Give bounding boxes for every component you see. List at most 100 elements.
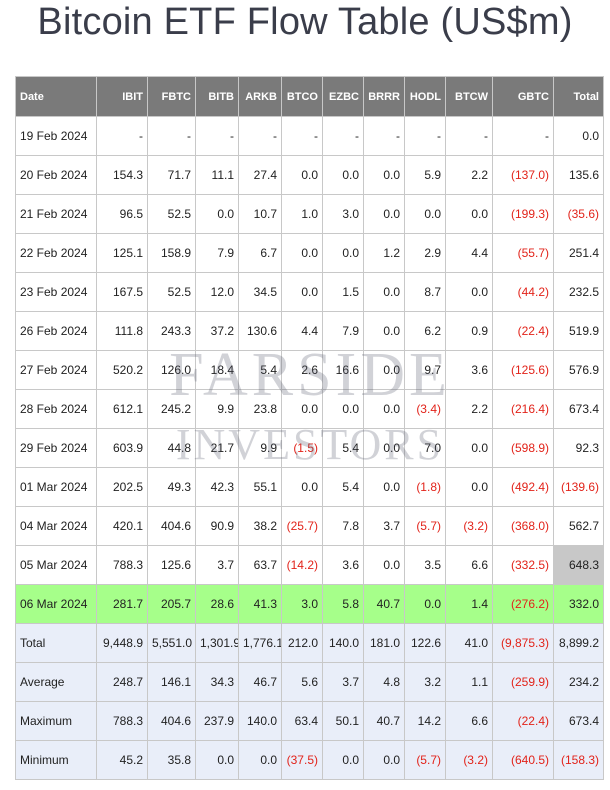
value-cell-gbtc: (368.0) [492, 506, 554, 546]
value-cell-btcw: 0.9 [445, 311, 493, 351]
value-cell-gbtc: (640.5) [492, 740, 554, 780]
value-cell-bitb: 37.2 [195, 311, 239, 351]
table-row: 26 Feb 2024 111.8 243.3 37.2 130.6 4.4 7.9 0.0 6… [15, 311, 604, 351]
value-cell-bitb: 42.3 [195, 467, 239, 507]
row-label-cell: 01 Mar 2024 [15, 467, 97, 507]
value-cell-total: 576.9 [553, 350, 604, 390]
value-cell-gbtc: (276.2) [492, 584, 554, 624]
value-cell-hodl: 0.0 [404, 194, 446, 234]
table-row: 22 Feb 2024 125.1 158.9 7.9 6.7 0.0 0.0 1.2 2.9 4… [15, 233, 604, 273]
value-cell-brrr: 0.0 [363, 545, 405, 585]
value-cell-bitb: 0.0 [195, 194, 239, 234]
value-cell-arkb: 130.6 [238, 311, 282, 351]
value-cell-ezbc: 16.6 [322, 350, 364, 390]
value-cell-brrr: 1.2 [363, 233, 405, 273]
value-cell-arkb: 1,776.1 [238, 623, 282, 663]
value-cell-hodl: 6.2 [404, 311, 446, 351]
value-cell-arkb: 41.3 [238, 584, 282, 624]
value-cell-ibit: 167.5 [96, 272, 148, 312]
value-cell-hodl: - [404, 116, 446, 156]
value-cell-total: 251.4 [553, 233, 604, 273]
value-cell-btco: - [281, 116, 323, 156]
table-row: 20 Feb 2024 154.3 71.7 11.1 27.4 0.0 0.0 0.0 5.9… [15, 155, 604, 195]
value-cell-btcw: - [445, 116, 493, 156]
value-cell-bitb: 34.3 [195, 662, 239, 702]
value-cell-ibit: 9,448.9 [96, 623, 148, 663]
value-cell-btco: 4.4 [281, 311, 323, 351]
value-cell-btco: 3.0 [281, 584, 323, 624]
table-row: 27 Feb 2024 520.2 126.0 18.4 5.4 2.6 16.6 0.0 9.… [15, 350, 604, 390]
value-cell-bitb: 237.9 [195, 701, 239, 741]
value-cell-fbtc: 5,551.0 [147, 623, 196, 663]
column-header-total: Total [553, 76, 604, 117]
value-cell-hodl: 122.6 [404, 623, 446, 663]
value-cell-btcw: 1.4 [445, 584, 493, 624]
value-cell-arkb: 6.7 [238, 233, 282, 273]
column-header-btcw: BTCW [445, 76, 493, 117]
summary-row-total: Total 9,448.9 5,551.0 1,301.9 1,776.1 212.0 14… [15, 623, 604, 663]
column-header-gbtc: GBTC [492, 76, 554, 117]
value-cell-arkb: 0.0 [238, 740, 282, 780]
value-cell-fbtc: 71.7 [147, 155, 196, 195]
value-cell-total: 648.3 [553, 545, 604, 585]
value-cell-fbtc: 146.1 [147, 662, 196, 702]
value-cell-fbtc: 404.6 [147, 506, 196, 546]
value-cell-arkb: 38.2 [238, 506, 282, 546]
row-label-cell: 27 Feb 2024 [15, 350, 97, 390]
value-cell-btco: 1.0 [281, 194, 323, 234]
value-cell-btco: 0.0 [281, 272, 323, 312]
value-cell-fbtc: 205.7 [147, 584, 196, 624]
table-row-highlighted: 06 Mar 2024 281.7 205.7 28.6 41.3 3.0 5.8 40.7 0… [15, 584, 604, 624]
column-header-bitb: BITB [195, 76, 239, 117]
value-cell-gbtc: (44.2) [492, 272, 554, 312]
value-cell-fbtc: 243.3 [147, 311, 196, 351]
value-cell-ibit: 248.7 [96, 662, 148, 702]
column-header-brrr: BRRR [363, 76, 405, 117]
value-cell-bitb: 7.9 [195, 233, 239, 273]
value-cell-hodl: 3.2 [404, 662, 446, 702]
value-cell-btco: (14.2) [281, 545, 323, 585]
value-cell-ibit: 45.2 [96, 740, 148, 780]
value-cell-gbtc: (22.4) [492, 311, 554, 351]
value-cell-hodl: 5.9 [404, 155, 446, 195]
value-cell-ezbc: 3.0 [322, 194, 364, 234]
value-cell-btco: (25.7) [281, 506, 323, 546]
row-label-cell: Total [15, 623, 97, 663]
value-cell-bitb: 9.9 [195, 389, 239, 429]
value-cell-bitb: 18.4 [195, 350, 239, 390]
value-cell-gbtc: - [492, 116, 554, 156]
table-row: 04 Mar 2024 420.1 404.6 90.9 38.2 (25.7) 7.8 3.… [15, 506, 604, 546]
value-cell-ezbc: - [322, 116, 364, 156]
value-cell-total: 0.0 [553, 116, 604, 156]
value-cell-ibit: 788.3 [96, 701, 148, 741]
value-cell-btcw: 0.0 [445, 194, 493, 234]
value-cell-btco: (1.5) [281, 428, 323, 468]
row-label-cell: 21 Feb 2024 [15, 194, 97, 234]
value-cell-ezbc: 7.9 [322, 311, 364, 351]
value-cell-gbtc: (216.4) [492, 389, 554, 429]
column-header-fbtc: FBTC [147, 76, 196, 117]
value-cell-btcw: 3.6 [445, 350, 493, 390]
value-cell-hodl: (5.7) [404, 506, 446, 546]
value-cell-ezbc: 5.4 [322, 428, 364, 468]
value-cell-ibit: 154.3 [96, 155, 148, 195]
table-body: 19 Feb 2024- - - - - - - - - -0.0 20 Feb 2024 154.3… [15, 116, 604, 780]
value-cell-ezbc: 3.6 [322, 545, 364, 585]
value-cell-arkb: 5.4 [238, 350, 282, 390]
value-cell-gbtc: (125.6) [492, 350, 554, 390]
value-cell-btcw: 6.6 [445, 545, 493, 585]
table-row: 05 Mar 2024 788.3 125.6 3.7 63.7 (14.2) 3.6 0.0… [15, 545, 604, 585]
value-cell-hodl: (5.7) [404, 740, 446, 780]
value-cell-total: (35.6) [553, 194, 604, 234]
value-cell-hodl: 7.0 [404, 428, 446, 468]
value-cell-brrr: 0.0 [363, 272, 405, 312]
page-title: Bitcoin ETF Flow Table (US$m) [37, 1, 573, 43]
table-row: 19 Feb 2024- - - - - - - - - -0.0 [15, 116, 604, 156]
column-header-ezbc: EZBC [322, 76, 364, 117]
value-cell-brrr: 0.0 [363, 467, 405, 507]
value-cell-total: 562.7 [553, 506, 604, 546]
value-cell-ibit: 603.9 [96, 428, 148, 468]
value-cell-btco: 0.0 [281, 389, 323, 429]
column-header-btco: BTCO [281, 76, 323, 117]
value-cell-btco: 0.0 [281, 233, 323, 273]
